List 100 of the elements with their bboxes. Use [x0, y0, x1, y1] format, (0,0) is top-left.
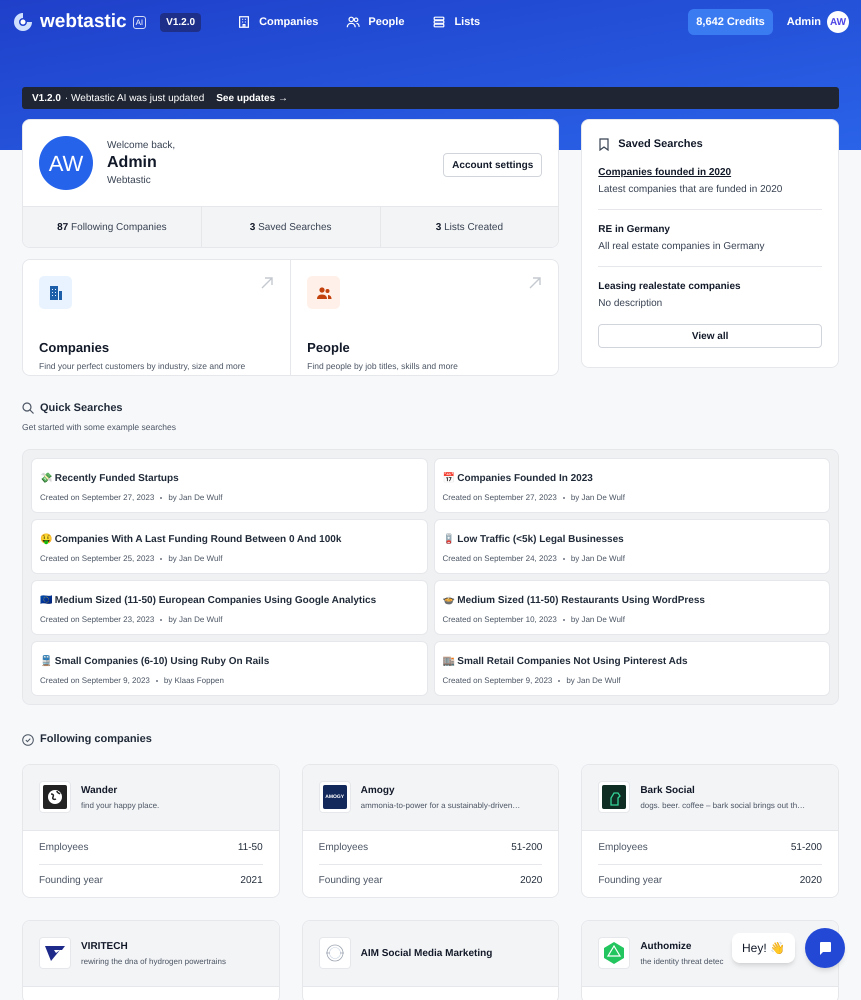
saved-search-link[interactable]: Leasing realestate companies	[598, 278, 822, 294]
banner-message: · Webtastic AI was just updated	[64, 92, 204, 106]
logo-icon	[12, 11, 34, 33]
bookmark-icon	[598, 138, 610, 151]
field-label: Founding year	[598, 874, 662, 888]
stat-text: 3 Lists Created	[436, 220, 504, 234]
company-card[interactable]: AIM Social Media Marketing	[302, 920, 560, 1000]
created-date: Created on September 24, 2023	[442, 553, 557, 566]
company-tagline: ammonia-to-power for a sustainably-driven…	[360, 800, 520, 812]
section-title: Quick Searches	[40, 401, 123, 416]
quick-search-title: 🇪🇺 Medium Sized (11-50) European Companies Using Google Analytics	[40, 594, 378, 608]
company-card[interactable]: Bark Social dogs. beer. coffee – bark social brings out th… Employees 51-200 Founding year 2020	[581, 764, 839, 898]
brand-name: webtastic	[40, 10, 127, 34]
section-title: Following companies	[40, 732, 152, 748]
created-date: Created on September 10, 2023	[442, 614, 557, 626]
field-label: Founding year	[39, 874, 103, 888]
list-icon	[432, 15, 446, 29]
arrow-icon	[260, 276, 274, 290]
version-badge: V1.2.0	[160, 12, 202, 32]
quick-search-card[interactable]: 🇪🇺 Medium Sized (11-50) European Companies Using Google Analytics Created on September 23, 2023 by Jan De Wulf	[31, 580, 428, 636]
quick-search-title: 📅 Companies Founded In 2023	[442, 471, 594, 486]
shortcut-description: Find people by job titles, skills and more	[307, 360, 459, 372]
building-icon	[237, 15, 252, 29]
company-name: Bark Social	[640, 784, 696, 798]
quick-search-card[interactable]: 🤑 Companies With A Last Funding Round Between 0 And 100k Created on September 25, 2023 by Jan De Wulf	[31, 519, 428, 574]
company-tagline: find your happy place.	[81, 800, 160, 812]
chat-greeting-bubble[interactable]: Hey! 👋	[732, 933, 795, 963]
saved-search-link[interactable]: Companies founded in 2020	[598, 164, 822, 180]
quick-search-title: 🏬 Small Retail Companies Not Using Pinterest Ads	[442, 655, 689, 670]
field-value: 51-200	[511, 840, 542, 855]
credits-badge[interactable]: 8,642 Credits	[688, 8, 773, 36]
view-all-button[interactable]: View all	[598, 324, 822, 348]
company-card[interactable]: VIRITECH rewiring the dna of hydrogen powertrains	[22, 920, 280, 1000]
profile-avatar: AW	[39, 136, 93, 190]
see-updates-link[interactable]: See updates →	[216, 90, 288, 106]
created-date: Created on September 27, 2023	[40, 492, 154, 504]
company-tagline: the identity threat detec	[640, 956, 724, 968]
account-settings-button[interactable]: Account settings	[443, 153, 542, 177]
saved-search-link[interactable]: RE in Germany	[598, 222, 822, 236]
field-value: 2020	[800, 874, 822, 888]
shortcut-card[interactable]: Companies Find your perfect customers by industry, size and more	[23, 260, 290, 375]
quick-search-title: 🪫 Low Traffic (<5k) Legal Businesses	[442, 532, 625, 548]
nav-link[interactable]: People	[346, 14, 404, 30]
author-text: by Jan De Wulf	[168, 614, 222, 626]
chat-icon	[817, 940, 833, 956]
company-name: Wander	[81, 784, 118, 798]
user-name[interactable]: Admin	[786, 14, 821, 30]
building-icon	[48, 284, 62, 300]
hexagon-logo-icon	[602, 941, 626, 966]
people-icon	[346, 15, 360, 29]
company-name: VIRITECH	[81, 940, 129, 954]
shortcut-description: Find your perfect customers by industry, size and more	[39, 360, 246, 372]
field-label: Employees	[39, 840, 88, 855]
section-subtitle: Get started with some example searches	[22, 420, 178, 434]
quick-search-card[interactable]: 🪫 Low Traffic (<5k) Legal Businesses Created on September 24, 2023 by Jan De Wulf	[434, 519, 830, 574]
author-text: by Jan De Wulf	[566, 675, 620, 688]
quick-search-card[interactable]: 🍲 Medium Sized (11-50) Restaurants Using WordPress Created on September 10, 2023 by Jan De Wulf	[434, 580, 830, 636]
field-label: Employees	[598, 840, 648, 855]
field-value: 2021	[240, 874, 263, 888]
quick-search-card[interactable]: 💸 Recently Funded Startups Created on September 27, 2023 by Jan De Wulf	[31, 458, 428, 514]
field-label: Employees	[318, 840, 368, 855]
author-text: by Jan De Wulf	[570, 553, 625, 566]
quick-search-card[interactable]: 📅 Companies Founded In 2023 Created on September 27, 2023 by Jan De Wulf	[434, 458, 830, 514]
author-text: by Jan De Wulf	[570, 614, 625, 626]
banner-version: V1.2.0	[32, 92, 61, 106]
field-value: 51-200	[790, 840, 822, 855]
company-tagline: dogs. beer. coffee – bark social brings out th…	[640, 800, 806, 812]
saved-search-description: All real estate companies in Germany	[598, 240, 766, 254]
quick-search-card[interactable]: 🏬 Small Retail Companies Not Using Pinterest Ads Created on September 9, 2023 by Jan De Wulf	[434, 641, 830, 696]
quick-search-card[interactable]: 🚆 Small Companies (6-10) Using Ruby On Rails Created on September 9, 2023 by Klaas Foppen	[31, 641, 428, 696]
field-value: 2020	[520, 874, 542, 888]
field-label: Founding year	[318, 874, 383, 888]
author-text: by Jan De Wulf	[168, 553, 222, 566]
created-date: Created on September 9, 2023	[442, 675, 552, 688]
company-name: AIM Social Media Marketing	[360, 946, 492, 961]
company-name: Amogy	[360, 784, 396, 798]
shortcut-card[interactable]: People Find people by job titles, skills and more	[290, 260, 558, 375]
arrow-icon	[528, 276, 542, 290]
check-circle-icon	[22, 734, 34, 746]
user-name: Admin	[107, 153, 158, 173]
people-icon	[316, 284, 332, 300]
field-value: 11-50	[238, 840, 263, 855]
quick-search-title: 💸 Recently Funded Startups	[40, 472, 180, 486]
author-text: by Jan De Wulf	[168, 492, 222, 504]
quick-search-title: 🤑 Companies With A Last Funding Round Between 0 And 100k	[40, 532, 342, 548]
nav-link[interactable]: Lists	[432, 14, 480, 30]
created-date: Created on September 25, 2023	[40, 553, 154, 566]
company-card[interactable]: Wander find your happy place. Employees 11-50 Founding year 2021	[22, 764, 280, 898]
search-icon	[22, 402, 34, 414]
author-text: by Klaas Foppen	[164, 675, 224, 688]
saved-search-description: No description	[598, 296, 664, 310]
nav-link[interactable]: Companies	[237, 14, 318, 30]
created-date: Created on September 27, 2023	[442, 492, 557, 504]
author-text: by Jan De Wulf	[570, 492, 625, 504]
saved-search-description: Latest companies that are funded in 2020	[598, 182, 784, 196]
company-name: Authomize	[640, 940, 692, 954]
created-date: Created on September 23, 2023	[40, 614, 154, 626]
greeting-text: Welcome back,	[107, 139, 176, 153]
created-date: Created on September 9, 2023	[40, 675, 150, 688]
shortcut-title: People	[307, 339, 351, 357]
